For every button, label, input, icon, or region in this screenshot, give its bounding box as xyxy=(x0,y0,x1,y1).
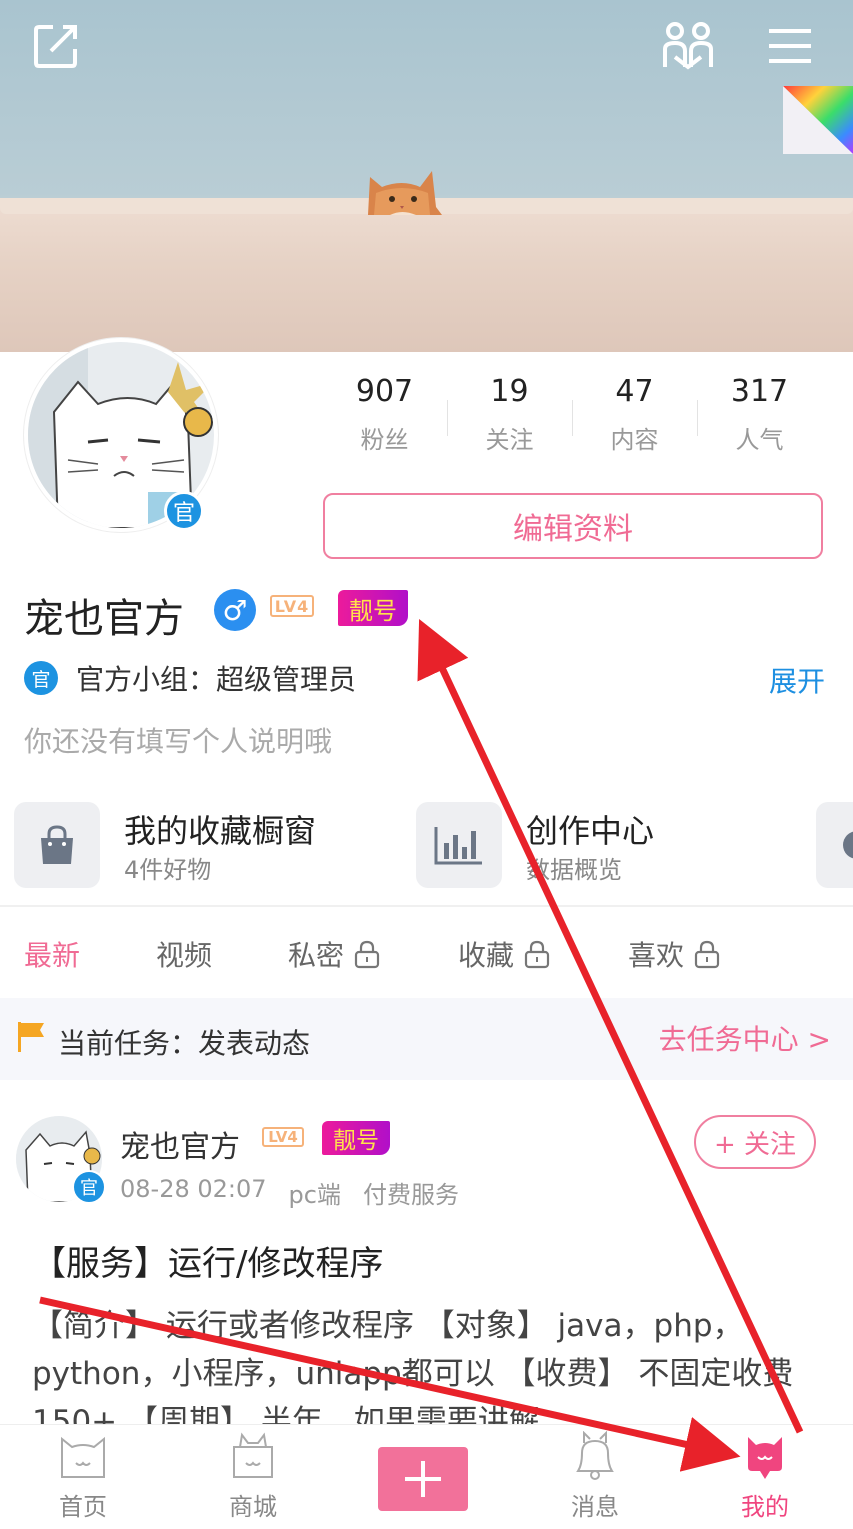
tab-label: 喜欢 xyxy=(628,939,685,972)
stat-value: 317 xyxy=(730,374,789,409)
creator-card-icon[interactable] xyxy=(416,802,502,888)
nav-label: 首页 xyxy=(59,1493,107,1521)
stat-label: 粉丝 xyxy=(360,426,409,454)
creator-card-subtitle: 数据概览 xyxy=(526,856,622,884)
external-edit-icon xyxy=(34,25,77,68)
stat-content[interactable]: 47 内容 xyxy=(572,368,697,468)
lock-icon xyxy=(354,940,380,969)
home-cat-icon xyxy=(61,1436,105,1478)
stat-label: 人气 xyxy=(735,426,784,454)
post-body[interactable]: 【简介】 运行或者修改程序 【对象】 java，php，python，小程序，u… xyxy=(32,1302,822,1424)
tab-label: 视频 xyxy=(156,939,213,972)
flag-icon xyxy=(18,1022,44,1052)
profile-name: 宠也官方 xyxy=(24,596,184,642)
post-time: 08-28 02:07 xyxy=(120,1175,267,1203)
tab-private[interactable]: 私密 xyxy=(288,934,382,974)
shopping-bag-icon xyxy=(41,825,73,864)
section-divider xyxy=(0,905,853,907)
stat-value: 47 xyxy=(615,374,654,409)
nav-home[interactable]: 首页 xyxy=(28,1431,138,1522)
task-center-link[interactable]: 去任务中心 > xyxy=(659,1018,831,1058)
stat-label: 关注 xyxy=(485,426,534,454)
profile-banner xyxy=(0,0,853,352)
menu-button[interactable] xyxy=(762,18,818,74)
friends-icon xyxy=(663,22,713,70)
follow-button[interactable]: + 关注 xyxy=(694,1115,816,1169)
share-edit-button[interactable] xyxy=(28,18,84,74)
stat-label: 内容 xyxy=(610,426,659,454)
pretty-number-badge: 靓号 xyxy=(338,590,408,626)
lock-icon xyxy=(524,940,550,969)
publish-button[interactable] xyxy=(378,1447,468,1511)
hamburger-menu-icon xyxy=(769,29,811,63)
tab-latest[interactable]: 最新 xyxy=(24,934,80,974)
lock-icon xyxy=(694,940,720,969)
stat-following[interactable]: 19 关注 xyxy=(447,368,572,468)
current-task-bar: 当前任务：发表动态 去任务中心 > xyxy=(0,998,853,1080)
post-pretty-badge: 靓号 xyxy=(322,1121,390,1155)
male-gender-icon: ♂ xyxy=(214,589,256,631)
collection-card-subtitle: 4件好物 xyxy=(124,856,212,884)
post-category[interactable]: 付费服务 xyxy=(363,1175,459,1210)
profile-stats: 907 粉丝 19 关注 47 内容 317 人气 xyxy=(322,368,822,468)
post-meta: 08-28 02:07 pc端 付费服务 xyxy=(120,1175,459,1210)
friends-button[interactable] xyxy=(660,18,716,74)
me-cat-icon xyxy=(748,1437,782,1479)
plus-icon xyxy=(405,1461,441,1497)
current-task-text: 当前任务：发表动态 xyxy=(58,1027,311,1060)
tab-label: 私密 xyxy=(288,939,345,972)
official-group-text: 官方小组：超级管理员 xyxy=(76,663,357,696)
nav-label: 商城 xyxy=(229,1493,277,1521)
tab-label: 收藏 xyxy=(458,939,515,972)
nav-shop[interactable]: 商城 xyxy=(198,1431,308,1522)
collection-card-icon[interactable] xyxy=(14,802,100,888)
banner-cat-image xyxy=(368,171,442,215)
post-author-name[interactable]: 宠也官方 xyxy=(120,1122,240,1166)
rainbow-corner-icon[interactable] xyxy=(783,86,853,154)
bottom-nav: 首页 商城 消息 我的 xyxy=(0,1424,853,1529)
avatar-official-badge: 官 xyxy=(164,491,204,531)
post-level-badge: LV4 xyxy=(262,1127,304,1147)
edit-profile-button[interactable]: 编辑资料 xyxy=(323,493,823,559)
expand-link[interactable]: 展开 xyxy=(769,660,825,700)
shop-cat-icon xyxy=(233,1432,273,1478)
post-official-badge: 官 xyxy=(72,1170,106,1204)
banner-wall xyxy=(0,205,853,352)
official-icon: 官 xyxy=(24,661,58,695)
bell-cat-icon xyxy=(576,1430,614,1480)
collection-card-title[interactable]: 我的收藏橱窗 xyxy=(124,806,316,852)
nav-label: 我的 xyxy=(741,1493,789,1521)
tab-label: 最新 xyxy=(24,939,81,972)
bar-chart-icon xyxy=(434,827,482,865)
partial-card-icon xyxy=(843,831,853,859)
nav-messages[interactable]: 消息 xyxy=(540,1430,650,1522)
profile-bio[interactable]: 你还没有填写个人说明哦 xyxy=(24,720,332,760)
post-source: pc端 xyxy=(288,1181,341,1209)
more-card-icon[interactable] xyxy=(816,802,853,888)
level-badge: LV4 xyxy=(270,595,314,617)
post-title[interactable]: 【服务】运行/修改程序 xyxy=(32,1236,383,1285)
nav-me[interactable]: 我的 xyxy=(710,1431,820,1522)
stat-popularity[interactable]: 317 人气 xyxy=(697,368,822,468)
tab-video[interactable]: 视频 xyxy=(156,934,212,974)
creator-card-title[interactable]: 创作中心 xyxy=(526,806,654,852)
stat-value: 19 xyxy=(490,374,529,409)
official-group-row: 官 官方小组：超级管理员 xyxy=(24,660,356,696)
tab-likes[interactable]: 喜欢 xyxy=(628,934,722,974)
stat-value: 907 xyxy=(355,374,414,409)
stat-fans[interactable]: 907 粉丝 xyxy=(322,368,447,468)
nav-label: 消息 xyxy=(571,1493,619,1521)
tab-favorites[interactable]: 收藏 xyxy=(458,934,552,974)
